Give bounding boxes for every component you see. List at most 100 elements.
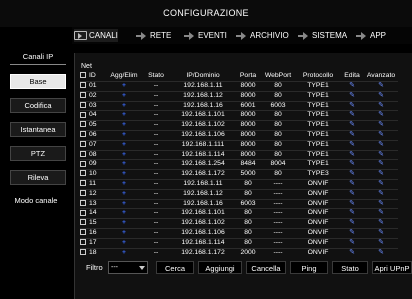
upnp-button[interactable]: Apri UPnP <box>372 261 412 274</box>
edit-icon[interactable]: ✎ <box>340 160 364 170</box>
edit-icon[interactable]: ✎ <box>340 189 364 199</box>
table-row[interactable]: 13 + -- 192.168.1.16 6003 ---- ONVIF ✎ ✎ <box>80 199 398 209</box>
edit-icon[interactable]: ✎ <box>340 179 364 189</box>
row-checkbox[interactable] <box>80 82 89 92</box>
checkbox-icon[interactable] <box>80 72 86 79</box>
advanced-edit-icon[interactable]: ✎ <box>364 111 398 121</box>
edit-icon[interactable]: ✎ <box>340 111 364 121</box>
search-button[interactable]: Cerca <box>156 261 194 274</box>
table-row[interactable]: 18 + -- 192.168.1.172 2000 ---- ONVIF ✎ ✎ <box>80 248 398 257</box>
add-remove-icon[interactable]: + <box>106 101 142 111</box>
table-row[interactable]: 12 + -- 192.168.1.12 80 ---- ONVIF ✎ ✎ <box>80 189 398 199</box>
table-row[interactable]: 17 + -- 192.168.1.114 80 ---- ONVIF ✎ ✎ <box>80 238 398 248</box>
tab-app[interactable]: APP <box>356 29 386 42</box>
edit-icon[interactable]: ✎ <box>340 238 364 248</box>
edit-icon[interactable]: ✎ <box>340 248 364 257</box>
row-checkbox[interactable] <box>80 130 89 140</box>
row-checkbox[interactable] <box>80 101 89 111</box>
edit-icon[interactable]: ✎ <box>340 82 364 92</box>
edit-icon[interactable]: ✎ <box>340 209 364 219</box>
add-remove-icon[interactable]: + <box>106 170 142 180</box>
add-remove-icon[interactable]: + <box>106 160 142 170</box>
edit-icon[interactable]: ✎ <box>340 199 364 209</box>
checkbox-icon[interactable] <box>80 131 86 138</box>
row-checkbox[interactable] <box>80 170 89 180</box>
checkbox-icon[interactable] <box>80 219 86 226</box>
ping-button[interactable]: Ping <box>290 261 328 274</box>
checkbox-icon[interactable] <box>80 111 86 118</box>
checkbox-icon[interactable] <box>80 229 86 236</box>
checkbox-icon[interactable] <box>80 209 86 216</box>
row-checkbox[interactable] <box>80 179 89 189</box>
advanced-edit-icon[interactable]: ✎ <box>364 209 398 219</box>
table-row[interactable]: 05 + -- 192.168.1.102 8000 80 TYPE1 ✎ ✎ <box>80 120 398 131</box>
checkbox-icon[interactable] <box>80 248 86 255</box>
status-button[interactable]: Stato <box>332 261 368 274</box>
table-row[interactable]: 10 + -- 192.168.1.172 5000 80 TYPE3 ✎ ✎ <box>80 169 398 180</box>
add-remove-icon[interactable]: + <box>106 199 142 209</box>
edit-icon[interactable]: ✎ <box>340 228 364 238</box>
row-checkbox[interactable] <box>80 121 89 131</box>
row-checkbox[interactable] <box>80 219 89 229</box>
add-remove-icon[interactable]: + <box>106 150 142 160</box>
table-row[interactable]: 04 + -- 192.168.1.101 8000 80 TYPE1 ✎ ✎ <box>80 110 398 121</box>
table-row[interactable]: 16 + -- 192.168.1.106 80 ---- ONVIF ✎ ✎ <box>80 228 398 238</box>
edit-icon[interactable]: ✎ <box>340 219 364 229</box>
table-row[interactable]: 06 + -- 192.168.1.106 8000 80 TYPE1 ✎ ✎ <box>80 130 398 140</box>
checkbox-icon[interactable] <box>80 82 86 89</box>
sidebar-item-codifica[interactable]: Codifica <box>10 98 66 113</box>
checkbox-icon[interactable] <box>80 238 86 245</box>
checkbox-icon[interactable] <box>80 140 86 147</box>
advanced-edit-icon[interactable]: ✎ <box>364 199 398 209</box>
select-all-checkbox-cell[interactable] <box>80 72 89 82</box>
tab-rete[interactable]: RETE <box>136 29 171 42</box>
advanced-edit-icon[interactable]: ✎ <box>364 130 398 140</box>
table-row[interactable]: 03 + -- 192.168.1.16 6001 6003 TYPE1 ✎ ✎ <box>80 101 398 111</box>
sidebar-item-rileva[interactable]: Rileva <box>10 170 66 185</box>
checkbox-icon[interactable] <box>80 170 86 177</box>
add-remove-icon[interactable]: + <box>106 209 142 219</box>
checkbox-icon[interactable] <box>80 199 86 206</box>
checkbox-icon[interactable] <box>80 150 86 157</box>
table-row[interactable]: 02 + -- 192.168.1.12 8000 80 TYPE1 ✎ ✎ <box>80 91 398 101</box>
add-button[interactable]: Aggiungi <box>198 261 242 274</box>
table-row[interactable]: 07 + -- 192.168.1.111 8000 80 TYPE1 ✎ ✎ <box>80 140 398 150</box>
advanced-edit-icon[interactable]: ✎ <box>364 91 398 101</box>
table-row[interactable]: 09 + -- 192.168.1.254 8484 8004 TYPE1 ✎ ✎ <box>80 159 398 170</box>
advanced-edit-icon[interactable]: ✎ <box>364 121 398 131</box>
add-remove-icon[interactable]: + <box>106 189 142 199</box>
row-checkbox[interactable] <box>80 189 89 199</box>
row-checkbox[interactable] <box>80 91 89 101</box>
row-checkbox[interactable] <box>80 111 89 121</box>
sidebar-item-canali-ip[interactable]: Canali IP <box>10 50 66 65</box>
add-remove-icon[interactable]: + <box>106 140 142 150</box>
advanced-edit-icon[interactable]: ✎ <box>364 82 398 92</box>
edit-icon[interactable]: ✎ <box>340 91 364 101</box>
advanced-edit-icon[interactable]: ✎ <box>364 228 398 238</box>
row-checkbox[interactable] <box>80 150 89 160</box>
table-row[interactable]: 01 + -- 192.168.1.11 8000 80 TYPE1 ✎ ✎ <box>80 81 398 92</box>
checkbox-icon[interactable] <box>80 189 86 196</box>
add-remove-icon[interactable]: + <box>106 228 142 238</box>
row-checkbox[interactable] <box>80 248 89 257</box>
checkbox-icon[interactable] <box>80 92 86 98</box>
row-checkbox[interactable] <box>80 140 89 150</box>
checkbox-icon[interactable] <box>80 160 86 167</box>
advanced-edit-icon[interactable]: ✎ <box>364 170 398 180</box>
add-remove-icon[interactable]: + <box>106 121 142 131</box>
add-remove-icon[interactable]: + <box>106 91 142 101</box>
edit-icon[interactable]: ✎ <box>340 170 364 180</box>
tab-eventi[interactable]: EVENTI <box>184 29 227 42</box>
tab-canali[interactable]: CANALI <box>74 29 118 42</box>
sidebar-item-modo-canale[interactable]: Modo canale <box>0 196 72 205</box>
advanced-edit-icon[interactable]: ✎ <box>364 238 398 248</box>
table-row[interactable]: 08 + -- 192.168.1.114 8000 80 TYPE1 ✎ ✎ <box>80 150 398 160</box>
checkbox-icon[interactable] <box>80 121 86 128</box>
sidebar-item-ptz[interactable]: PTZ <box>10 146 66 161</box>
add-remove-icon[interactable]: + <box>106 111 142 121</box>
advanced-edit-icon[interactable]: ✎ <box>364 179 398 189</box>
table-row[interactable]: 11 + -- 192.168.1.11 80 ---- ONVIF ✎ ✎ <box>80 179 398 189</box>
edit-icon[interactable]: ✎ <box>340 130 364 140</box>
add-remove-icon[interactable]: + <box>106 130 142 140</box>
row-checkbox[interactable] <box>80 228 89 238</box>
